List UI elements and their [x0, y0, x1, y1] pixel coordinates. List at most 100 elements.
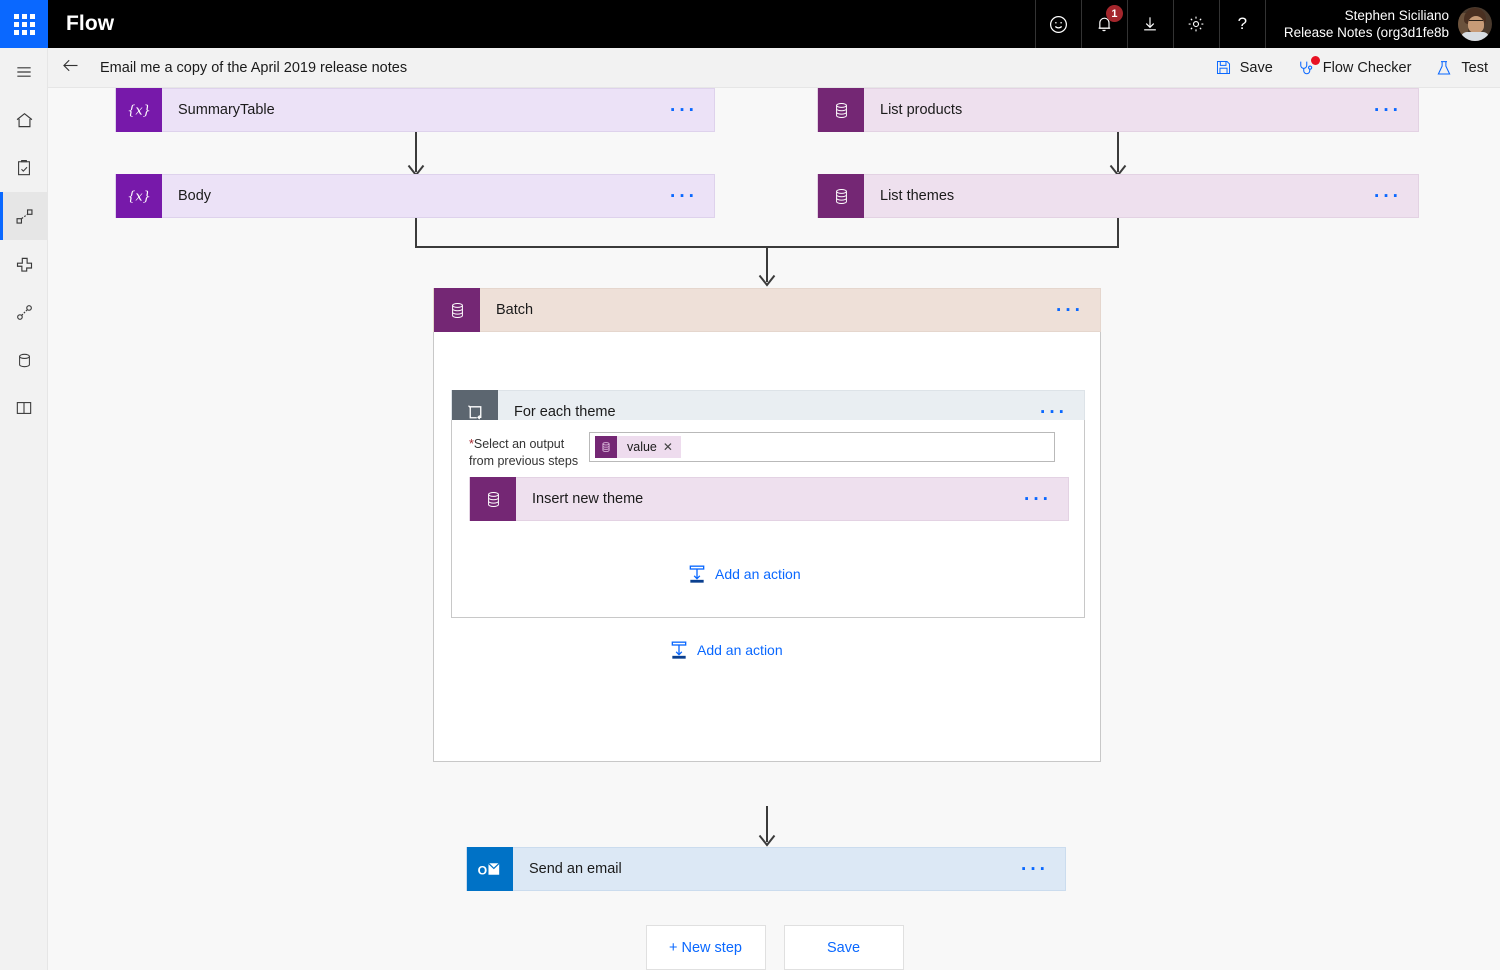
learn-icon [14, 398, 34, 418]
action-card-list-products[interactable]: List products ··· [817, 88, 1419, 132]
data-icon [15, 351, 34, 370]
card-title: For each theme [514, 404, 616, 420]
flow-name-title: Email me a copy of the April 2019 releas… [100, 59, 408, 76]
sidebar-item-learn[interactable] [0, 384, 48, 432]
card-title: SummaryTable [178, 102, 275, 118]
add-an-action-button-inside-loop[interactable]: Add an action [687, 564, 801, 584]
loop-parameter-label-line2: from previous steps [469, 453, 579, 468]
flow-command-bar: Email me a copy of the April 2019 releas… [48, 48, 1500, 88]
variable-icon: {x} [116, 88, 162, 132]
variable-icon: {x} [116, 174, 162, 218]
flask-icon [1435, 59, 1453, 77]
templates-icon [14, 254, 35, 275]
action-card-body[interactable]: {x} Body ··· [115, 174, 715, 218]
svg-text:{x}: {x} [127, 104, 151, 119]
sidebar-item-data[interactable] [0, 336, 48, 384]
loop-parameter-row: *Select an output from previous steps va… [469, 432, 1055, 470]
test-button[interactable]: Test [1423, 48, 1500, 88]
notifications-button[interactable]: 1 [1080, 0, 1127, 48]
svg-text:O: O [478, 863, 488, 877]
gear-icon [1186, 14, 1206, 34]
loop-parameter-label: *Select an output from previous steps [469, 432, 589, 470]
token-remove-icon[interactable]: ✕ [663, 440, 681, 454]
settings-button[interactable] [1172, 0, 1219, 48]
test-button-label: Test [1461, 59, 1488, 76]
card-title: List products [880, 102, 963, 118]
scope-card-batch-header[interactable]: Batch ··· [433, 288, 1101, 332]
hamburger-icon [14, 62, 34, 82]
back-button[interactable] [48, 48, 92, 88]
connectors-icon [14, 302, 35, 323]
user-name: Stephen Siciliano [1344, 7, 1449, 23]
card-menu-button[interactable]: ··· [1374, 101, 1418, 120]
card-title: Send an email [529, 861, 622, 877]
save-button-label: Save [1239, 59, 1273, 76]
help-button[interactable]: ? [1218, 0, 1265, 48]
card-menu-button[interactable]: ··· [1024, 490, 1068, 509]
sidebar-item-approvals[interactable] [0, 144, 48, 192]
sidebar-item-menu[interactable] [0, 48, 48, 96]
database-icon [470, 477, 516, 521]
card-title: Insert new theme [532, 491, 644, 507]
scope-body-batch: For each theme ··· *Select an output fro… [433, 332, 1101, 762]
sidebar-item-home[interactable] [0, 96, 48, 144]
card-title: List themes [880, 188, 955, 204]
user-account-menu[interactable]: Stephen Siciliano Release Notes (org3d1f… [1264, 0, 1500, 48]
card-title: Batch [496, 302, 534, 318]
sidebar-item-connectors[interactable] [0, 288, 48, 336]
flows-icon [14, 206, 35, 227]
flow-checker-button[interactable]: Flow Checker [1285, 48, 1424, 88]
download-button[interactable] [1126, 0, 1173, 48]
avatar[interactable] [1458, 7, 1492, 41]
insert-action-icon [669, 640, 689, 660]
database-icon [818, 88, 864, 132]
svg-text:{x}: {x} [127, 190, 151, 205]
flow-designer-canvas: {x} SummaryTable ··· List products ··· {… [49, 88, 1500, 970]
add-an-action-label: Add an action [715, 566, 801, 582]
database-icon [595, 436, 617, 458]
help-icon: ? [1237, 14, 1248, 33]
action-card-summarytable[interactable]: {x} SummaryTable ··· [115, 88, 715, 132]
insert-action-icon [687, 564, 707, 584]
arrow-left-icon [60, 55, 81, 81]
database-icon [818, 174, 864, 218]
card-menu-button[interactable]: ··· [670, 187, 714, 206]
action-card-list-themes[interactable]: List themes ··· [817, 174, 1419, 218]
footer-save-button[interactable]: Save [783, 925, 904, 970]
download-icon [1140, 14, 1160, 34]
home-icon [14, 110, 35, 131]
save-icon [1215, 59, 1232, 76]
connector-line [415, 218, 417, 248]
left-navigation-rail [0, 48, 48, 970]
new-step-button[interactable]: + New step [645, 925, 766, 970]
card-menu-button[interactable]: ··· [1040, 403, 1084, 422]
sidebar-item-templates[interactable] [0, 240, 48, 288]
outlook-icon: O [467, 847, 513, 891]
notification-badge: 1 [1105, 5, 1123, 22]
add-an-action-label: Add an action [697, 642, 783, 658]
action-card-send-an-email[interactable]: O Send an email ··· [466, 847, 1066, 891]
connector-line [1117, 218, 1119, 248]
add-an-action-button-inside-batch[interactable]: Add an action [669, 640, 783, 660]
sidebar-item-flows[interactable] [0, 192, 48, 240]
user-info: Stephen Siciliano Release Notes (org3d1f… [1284, 7, 1458, 42]
card-title: Body [178, 188, 212, 204]
save-button[interactable]: Save [1203, 48, 1285, 88]
loop-body-for-each-theme: *Select an output from previous steps va… [451, 420, 1085, 618]
loop-parameter-label-line1: Select an output [473, 437, 565, 451]
database-icon [434, 288, 480, 332]
smiley-icon [1048, 14, 1069, 35]
card-menu-button[interactable]: ··· [670, 101, 714, 120]
action-card-insert-new-theme[interactable]: Insert new theme ··· [469, 477, 1069, 521]
feedback-button[interactable] [1034, 0, 1081, 48]
flow-footer-buttons: + New step Save [49, 925, 1500, 970]
app-launcher-button[interactable] [0, 0, 48, 48]
card-menu-button[interactable]: ··· [1021, 860, 1065, 879]
loop-parameter-input[interactable]: value ✕ [589, 432, 1055, 462]
approvals-icon [14, 158, 34, 178]
flow-checker-alert-dot [1310, 55, 1320, 65]
card-menu-button[interactable]: ··· [1056, 301, 1100, 320]
waffle-icon [13, 13, 35, 35]
card-menu-button[interactable]: ··· [1374, 187, 1418, 206]
dynamic-content-token[interactable]: value ✕ [595, 436, 681, 458]
